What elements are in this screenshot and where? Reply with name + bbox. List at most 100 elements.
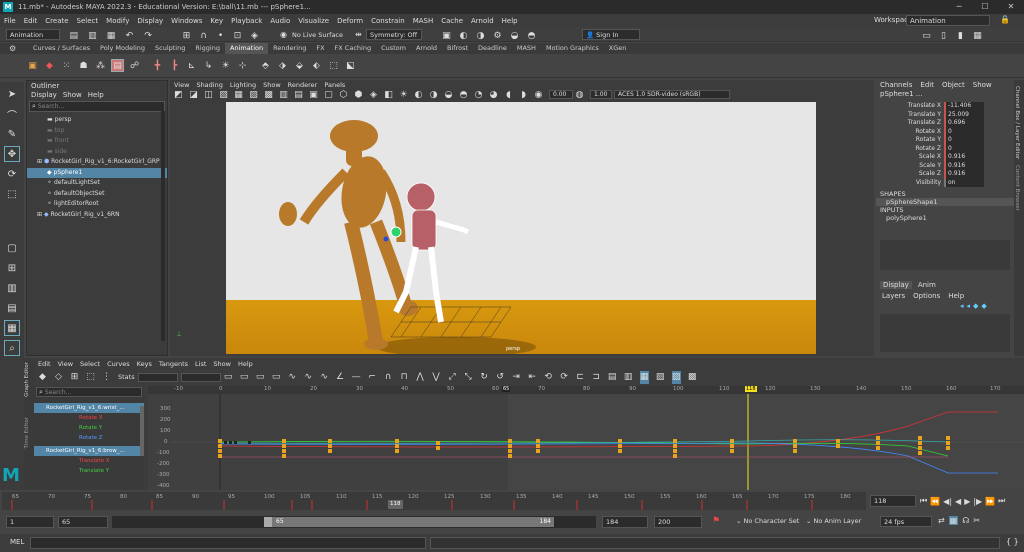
step-back-key-icon[interactable]: ⏪ (930, 497, 940, 506)
channel-value[interactable]: 0.916 (944, 161, 984, 170)
symmetry-icon[interactable]: ⇹ (355, 30, 362, 39)
undo-icon[interactable]: ↶ (124, 29, 136, 42)
play-backwards-icon[interactable]: ◀ (955, 497, 961, 506)
anim-layer-dropdown[interactable]: ⌄ No Anim Layer (806, 517, 861, 525)
shelf-tab-custom[interactable]: Custom (376, 43, 411, 54)
step-forward-frame-icon[interactable]: |▶ (973, 497, 982, 506)
render-settings-icon[interactable]: ⚙ (491, 29, 504, 42)
field-chart-icon[interactable]: ▤ (294, 88, 303, 101)
step-forward-key-icon[interactable]: ⏩ (985, 497, 995, 506)
camera-attr-icon[interactable]: ◪ (189, 88, 198, 101)
snap-curve-icon[interactable]: ∩ (197, 29, 210, 42)
shelf-tab-bifrost[interactable]: Bifrost (442, 43, 473, 54)
curve-display-icon[interactable]: ▩ (688, 371, 697, 384)
layer-menu-layers[interactable]: Layers (882, 292, 905, 300)
ge-menu-select[interactable]: Select (80, 360, 100, 368)
mode-dropdown[interactable]: Animation (6, 29, 60, 40)
break-tangents-icon[interactable]: ⋀ (416, 371, 425, 384)
script-editor-icon[interactable]: { } (1006, 537, 1019, 546)
paint-weights-icon[interactable]: ☀ (219, 59, 232, 72)
outliner-item-lighteditorroot[interactable]: ⚬ lightEditorRoot (27, 199, 167, 210)
search-tool-icon[interactable]: ⌕ (4, 340, 20, 356)
command-language-label[interactable]: MEL (10, 538, 24, 546)
graph-search-input[interactable]: Search... (45, 389, 71, 396)
menu-select[interactable]: Select (77, 17, 99, 25)
range-slider[interactable]: 65 184 (112, 516, 596, 528)
smooth-shade-icon[interactable]: ⬢ (354, 88, 363, 101)
ik-spline-icon[interactable]: ⊾ (185, 59, 198, 72)
post-infinity-icon[interactable]: ⟳ (560, 371, 569, 384)
safe-action-icon[interactable]: ▣ (309, 88, 318, 101)
layer-menu-options[interactable]: Options (913, 292, 940, 300)
move-key-icon[interactable]: ◆ (38, 371, 47, 384)
go-to-end-icon[interactable]: ⏭ (998, 496, 1005, 506)
auto-load-icon[interactable]: ↻ (480, 371, 489, 384)
ik-handle-icon[interactable]: ┣ (168, 59, 181, 72)
isolate-select-icon[interactable]: ◕ (489, 88, 498, 101)
input-name[interactable]: polySphere1 (876, 214, 1014, 222)
auto-tangent-icon[interactable]: ∿ (288, 371, 297, 384)
outliner-item-front[interactable]: ▬ front (27, 136, 167, 147)
xray-icon[interactable]: ◖ (504, 88, 513, 101)
grid-icon[interactable]: ▦ (234, 88, 243, 101)
motion-trail-icon[interactable]: ⁂ (94, 59, 107, 72)
trax-icon[interactable]: ▥ (624, 371, 633, 384)
retime-tool-icon[interactable]: ⋮ (102, 371, 111, 384)
camera-select-icon[interactable]: ◩ (174, 88, 183, 101)
unify-tangents-icon[interactable]: ⋁ (432, 371, 441, 384)
menu-deform[interactable]: Deform (337, 17, 363, 25)
dope-sheet-icon[interactable]: ▤ (608, 371, 617, 384)
hypershade-icon[interactable]: ◒ (508, 29, 521, 42)
lock-tangent-weight-icon[interactable]: ⤡ (464, 371, 473, 384)
new-layer-selected-icon[interactable]: ◆ (981, 302, 986, 310)
range-handle-grip-left[interactable] (264, 517, 272, 527)
shelf-tab-curves-surfaces[interactable]: Curves / Surfaces (28, 43, 95, 54)
ghost-icon[interactable]: ☗ (77, 59, 90, 72)
menu-display[interactable]: Display (137, 17, 163, 25)
channel-row[interactable]: Translate Y 25.009 (876, 110, 1014, 119)
menu-create[interactable]: Create (45, 17, 68, 25)
side-tab-time-editor[interactable]: Time Editor (24, 417, 30, 449)
menu-key[interactable]: Key (210, 17, 223, 25)
toggle-modeling-toolkit-icon[interactable]: ▭ (920, 29, 933, 42)
resolution-gate-icon[interactable]: ▩ (264, 88, 273, 101)
film-gate-icon[interactable]: ▨ (249, 88, 258, 101)
outliner-item-persp[interactable]: ▬ persp (27, 115, 167, 126)
normalize-icon[interactable]: ⊏ (576, 371, 585, 384)
outliner-item-top[interactable]: ▬ top (27, 126, 167, 137)
shelf-tab-arnold[interactable]: Arnold (411, 43, 442, 54)
exposure-field[interactable]: 0.00 (549, 90, 573, 99)
outliner-menu-help[interactable]: Help (88, 91, 104, 99)
lasso-tool-icon[interactable]: ⌒ (4, 106, 20, 122)
channel-menu-object[interactable]: Object (942, 81, 965, 89)
preferences-icon[interactable]: ▦ (948, 516, 959, 525)
expand-icon[interactable]: ⊞ (37, 158, 44, 165)
outliner-item-psphere1[interactable]: ◆ pSphere1 (27, 167, 167, 178)
shelf-tab-rendering[interactable]: Rendering (268, 43, 311, 54)
channel-value[interactable]: 25.009 (944, 110, 984, 119)
menu-audio[interactable]: Audio (270, 17, 290, 25)
paint-select-icon[interactable]: ✎ (4, 126, 20, 142)
lattice-deform-icon[interactable]: ⊞ (70, 371, 79, 384)
channel-value[interactable]: 0 (944, 127, 984, 136)
frame-all-icon[interactable]: ▭ (224, 371, 233, 384)
channel-value[interactable]: 0 (944, 136, 984, 145)
parent-constraint-icon[interactable]: ⬚ (327, 59, 340, 72)
graph-curve-attr[interactable]: Translate Y (34, 466, 144, 476)
select-tool-icon[interactable]: ➤ (4, 86, 20, 102)
bookmark-icon[interactable]: ◫ (204, 88, 213, 101)
stats-field-value[interactable] (180, 372, 221, 382)
layer-tab-anim[interactable]: Anim (918, 281, 936, 289)
absolute-view-icon[interactable]: ▨ (671, 370, 681, 384)
stacked-view-icon[interactable]: ▧ (656, 371, 665, 384)
ge-menu-tangents[interactable]: Tangents (159, 360, 188, 368)
menu-windows[interactable]: Windows (171, 17, 202, 25)
graph-curve-attr[interactable]: Rotate Y (34, 423, 144, 433)
symmetry-dropdown[interactable]: Symmetry: Off (366, 29, 422, 40)
scale-constraint-icon[interactable]: ⬖ (310, 59, 323, 72)
lock-icon[interactable]: 🔒 (1000, 15, 1010, 24)
menu-edit[interactable]: Edit (24, 17, 38, 25)
shelf-tab-motion-graphics[interactable]: Motion Graphics (541, 43, 604, 54)
spline-tangent-icon[interactable]: ∿ (304, 371, 313, 384)
menu-mash[interactable]: MASH (413, 17, 434, 25)
